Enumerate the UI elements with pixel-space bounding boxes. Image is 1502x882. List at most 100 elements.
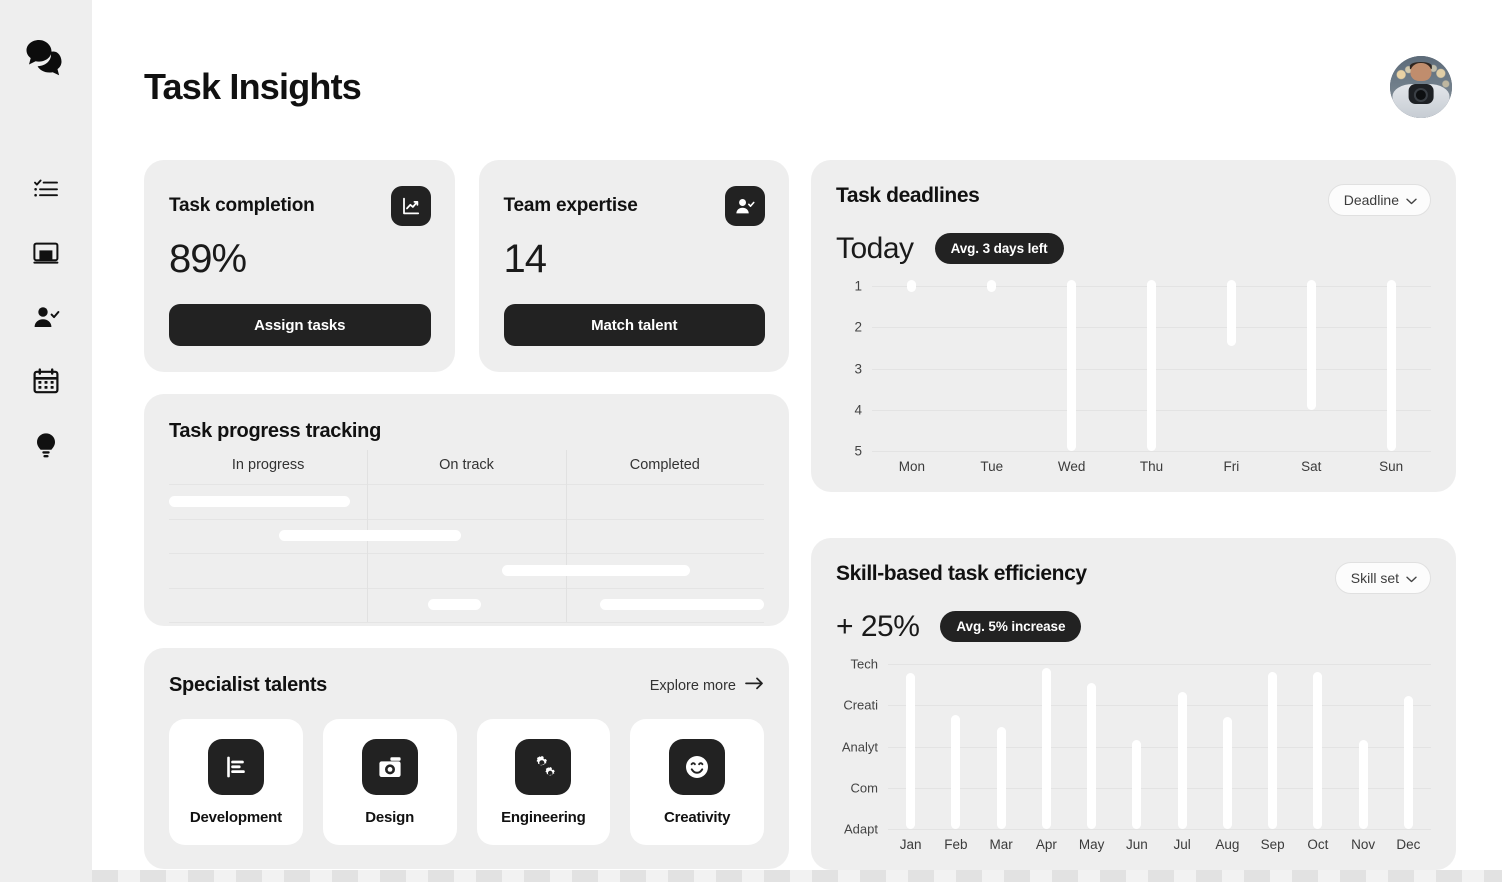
- gantt-column-divider: [565, 450, 567, 622]
- chart-bar[interactable]: [987, 280, 997, 293]
- sidebar-item-calendar[interactable]: [29, 364, 63, 398]
- section-title: Skill-based task efficiency: [836, 562, 1087, 585]
- task-deadlines-card: Task deadlines Deadline Today Avg. 3 day…: [811, 160, 1456, 492]
- x-axis-tick-label: Oct: [1307, 837, 1329, 852]
- x-axis-tick-label: Dec: [1396, 837, 1421, 852]
- gantt-row-line: [169, 622, 764, 623]
- chart-bar[interactable]: [1222, 717, 1232, 829]
- chart-bar[interactable]: [951, 715, 961, 829]
- sidebar-item-ideas[interactable]: [29, 428, 63, 462]
- deadline-filter-dropdown[interactable]: Deadline: [1327, 184, 1431, 216]
- chart-bar[interactable]: [907, 280, 917, 293]
- x-axis-tick-label: May: [1078, 837, 1105, 852]
- talent-label: Creativity: [663, 808, 731, 826]
- x-axis-tick-label: Sun: [1379, 459, 1404, 474]
- x-axis-tick-label: Jan: [899, 837, 922, 852]
- gridline: [888, 705, 1431, 707]
- sidebar-item-board[interactable]: [29, 236, 63, 270]
- specialist-talents-card: Specialist talents Explore more Developm…: [144, 648, 789, 869]
- gantt-bar[interactable]: [600, 599, 764, 611]
- chart-bar[interactable]: [996, 726, 1006, 829]
- chart-bar[interactable]: [1226, 280, 1236, 346]
- stat-header: Task completion: [169, 186, 431, 226]
- skill-set-filter-dropdown[interactable]: Skill set: [1334, 562, 1431, 594]
- y-axis-tick-label: 4: [854, 402, 862, 418]
- sidebar-nav: [29, 172, 63, 462]
- chart-bar[interactable]: [1087, 682, 1097, 829]
- chart-bar[interactable]: [1268, 671, 1278, 829]
- line-chart-icon[interactable]: [390, 186, 431, 226]
- chart-bar[interactable]: [1403, 696, 1413, 829]
- chart-bar[interactable]: [1041, 667, 1051, 829]
- chart-bar[interactable]: [1358, 739, 1368, 829]
- x-axis-tick-label: Nov: [1351, 837, 1376, 852]
- stat-card-task-completion: Task completion 89% Assign tasks: [144, 160, 455, 372]
- talent-label: Development: [189, 808, 282, 826]
- chart-bar[interactable]: [1067, 280, 1077, 451]
- stat-title: Task completion: [169, 195, 315, 216]
- chart-bar[interactable]: [1147, 280, 1156, 451]
- y-axis-tick-label: 2: [854, 319, 862, 335]
- calendar-icon: [33, 368, 59, 394]
- talent-label: Engineering: [501, 808, 586, 826]
- y-axis-tick-label: Tech: [850, 656, 878, 672]
- sidebar-item-tasks[interactable]: [29, 172, 63, 206]
- x-axis-tick-label: Jun: [1125, 837, 1148, 852]
- talent-label: Design: [365, 808, 415, 826]
- gantt-bar[interactable]: [427, 599, 482, 611]
- lightbulb-icon: [35, 432, 57, 459]
- chart-bar[interactable]: [1313, 671, 1323, 829]
- chart-header: Skill-based task efficiency Skill set: [836, 562, 1431, 594]
- x-axis-tick-label: Mon: [898, 459, 926, 474]
- x-axis-tick-label: Thu: [1139, 459, 1164, 474]
- stat-cards: Task completion 89% Assign tasks Team ex…: [144, 160, 789, 372]
- stat-value: 14: [503, 237, 547, 281]
- talent-card-creativity[interactable]: Creativity: [630, 719, 764, 845]
- talent-card-development[interactable]: Development: [169, 719, 303, 845]
- chart-bar[interactable]: [1386, 280, 1396, 451]
- section-title: Specialist talents: [169, 674, 327, 696]
- assign-tasks-button[interactable]: Assign tasks: [169, 304, 431, 346]
- section-title: Task progress tracking: [169, 420, 382, 442]
- gridline: [888, 664, 1431, 665]
- bottom-decorative-strip: [92, 870, 1502, 882]
- chart-bar[interactable]: [1306, 280, 1316, 410]
- x-axis-tick-label: Aug: [1215, 837, 1240, 852]
- chevron-down-icon: [1406, 192, 1417, 208]
- talent-card-engineering[interactable]: Engineering: [476, 719, 611, 845]
- gantt-row-line: [169, 553, 764, 554]
- chart-header: Task deadlines Deadline: [836, 184, 1431, 216]
- arrow-right-icon: [745, 677, 764, 694]
- x-axis-labels: Jan Feb Mar Apr May Jun Jul Aug Sep Oct Nov Dec: [888, 837, 1431, 852]
- efficiency-badge: Avg. 5% increase: [940, 611, 1082, 642]
- gantt-bar[interactable]: [169, 495, 351, 507]
- gantt-row-line: [169, 484, 764, 485]
- avatar[interactable]: [1390, 56, 1452, 118]
- match-talent-button[interactable]: Match talent: [503, 304, 765, 346]
- chart-bar[interactable]: [906, 673, 916, 829]
- gantt-bar[interactable]: [279, 530, 461, 542]
- sidebar-item-people[interactable]: [29, 300, 63, 334]
- progress-column-header: Completed: [629, 457, 700, 473]
- chart-bar[interactable]: [1177, 692, 1187, 829]
- progress-column-header: In progress: [231, 457, 305, 473]
- right-column: Task deadlines Deadline Today Avg. 3 day…: [811, 160, 1456, 870]
- explore-more-link[interactable]: Explore more: [650, 677, 764, 694]
- chat-bubbles-icon[interactable]: [23, 34, 69, 80]
- skill-efficiency-card: Skill-based task efficiency Skill set + …: [811, 538, 1456, 870]
- avatar-head: [1410, 62, 1432, 82]
- gantt-bar[interactable]: [502, 564, 690, 576]
- chart-bar[interactable]: [1132, 739, 1142, 829]
- main-content: Task Insights Task completion 89% Assign…: [92, 0, 1502, 882]
- bar-chart-doc-icon: [207, 738, 264, 795]
- explore-more-label: Explore more: [649, 677, 736, 694]
- user-check-icon[interactable]: [725, 186, 765, 226]
- talents-header: Specialist talents Explore more: [169, 674, 764, 697]
- stat-card-team-expertise: Team expertise 14 Match talent: [478, 160, 789, 372]
- y-axis-tick-label: Com: [850, 780, 878, 796]
- x-axis-tick-label: Wed: [1057, 459, 1086, 474]
- talent-card-design[interactable]: Design: [322, 719, 457, 845]
- camera-icon: [361, 738, 418, 795]
- progress-column-header: On track: [439, 457, 494, 473]
- page-title: Task Insights: [144, 66, 362, 107]
